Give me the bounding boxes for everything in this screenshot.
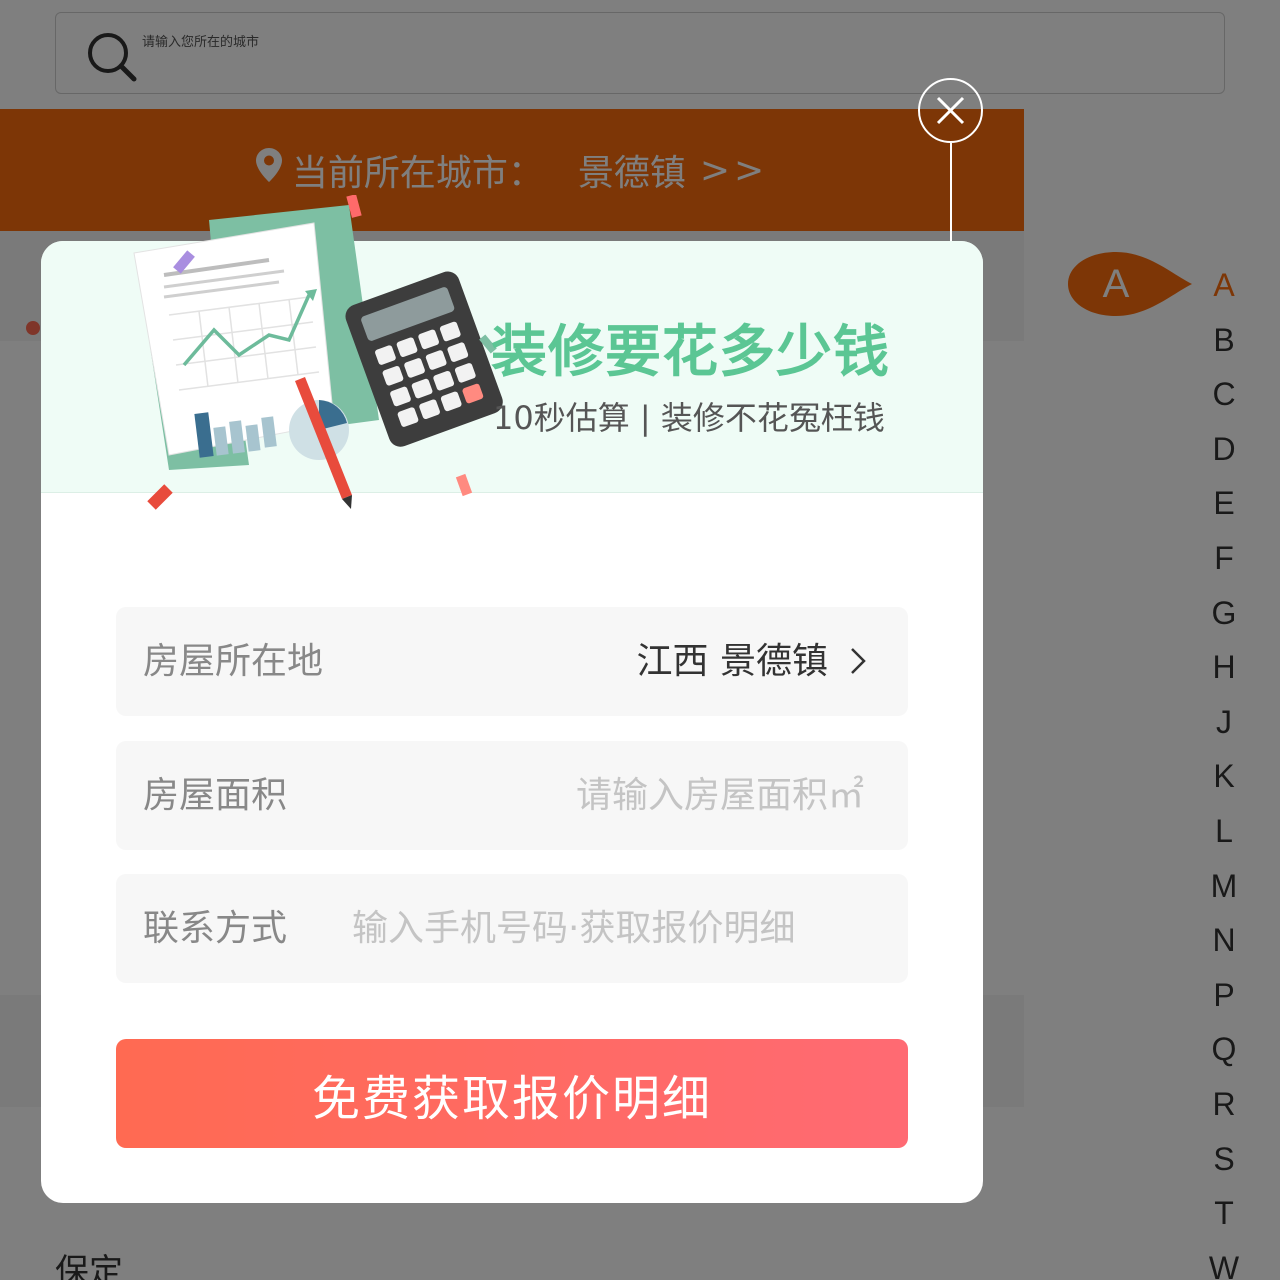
- modal-subtitle: 10秒估算 | 装修不花冤枉钱: [493, 399, 885, 437]
- get-quote-button[interactable]: 免费获取报价明细: [116, 1039, 908, 1148]
- location-label: 房屋所在地: [143, 641, 324, 682]
- area-label: 房屋面积: [143, 775, 288, 816]
- area-input[interactable]: [444, 763, 864, 827]
- phone-field[interactable]: 联系方式: [116, 874, 908, 983]
- location-value[interactable]: 江西 景德镇: [637, 607, 828, 716]
- close-connector-line: [950, 143, 952, 243]
- modal-title: 装修要花多少钱: [491, 320, 890, 385]
- location-field[interactable]: 房屋所在地 江西 景德镇: [116, 607, 908, 716]
- phone-input[interactable]: [352, 896, 872, 960]
- close-button[interactable]: [918, 78, 983, 143]
- area-field[interactable]: 房屋面积: [116, 741, 908, 850]
- calculator-illustration: [133, 195, 503, 510]
- close-icon: [936, 96, 965, 125]
- chevron-right-icon: [851, 648, 866, 674]
- quote-modal: 装修要花多少钱 10秒估算 | 装修不花冤枉钱 房屋所在地 江西 景德镇 房屋面…: [41, 195, 983, 1203]
- phone-label: 联系方式: [143, 908, 288, 949]
